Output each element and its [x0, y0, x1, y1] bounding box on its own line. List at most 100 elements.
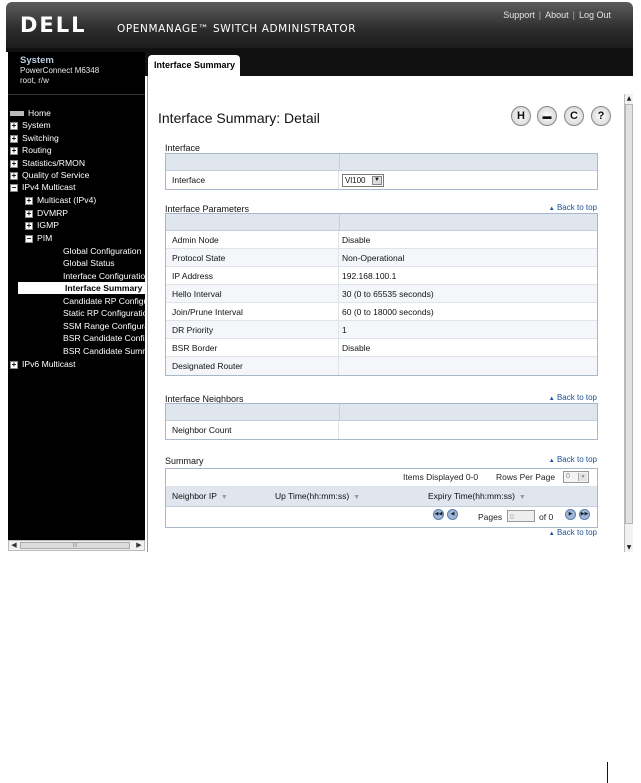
collapse-icon[interactable]: − [10, 183, 18, 192]
nav-item-static-rp-configuration[interactable]: Static RP Configuration [63, 307, 145, 319]
expand-icon[interactable]: + [25, 209, 33, 218]
expand-icon[interactable]: + [10, 159, 18, 168]
nav-item-quality-of-service[interactable]: + Quality of Service [10, 169, 89, 181]
nav-item-bsr-candidate-summary[interactable]: BSR Candidate Summary [63, 345, 145, 357]
param-value: Disable [342, 235, 371, 245]
system-info: System PowerConnect M6348 root, r/w [8, 52, 145, 94]
print-icon[interactable]: ▬ [537, 106, 557, 126]
nav-item-statistics-rmon[interactable]: + Statistics/RMON [10, 157, 85, 169]
nav-item-label: Quality of Service [22, 170, 90, 180]
nav-item-label: BSR Candidate Summary [63, 346, 145, 356]
nav-item-multicast-ipv4[interactable]: + Multicast (IPv4) [25, 194, 96, 206]
nav-item-candidate-rp-configuration[interactable]: Candidate RP Configuration [63, 295, 145, 307]
scroll-left-icon[interactable]: ◀ [9, 541, 19, 550]
first-page-icon[interactable]: ◀◀ [433, 509, 444, 520]
interface-table: Interface Vl100 ▼ [165, 153, 598, 190]
param-value: 192.168.100.1 [342, 271, 397, 281]
col-neighbor-ip[interactable]: Neighbor IP ▼ [172, 491, 228, 501]
system-title[interactable]: System [20, 56, 145, 66]
page-margin-rule [607, 762, 608, 783]
prev-page-icon[interactable]: ◀ [447, 509, 458, 520]
back-to-top-link[interactable]: ▲ Back to top [549, 393, 597, 402]
param-value: Disable [342, 343, 371, 353]
tab-interface-summary[interactable]: Interface Summary [148, 55, 240, 76]
scroll-down-icon[interactable]: ▼ [625, 543, 633, 552]
expand-icon[interactable]: + [10, 134, 18, 143]
summary-table: Items Displayed 0-0 Rows Per Page 0 ▼ Nei… [165, 468, 598, 528]
app-window: DELL OPENMANAGE™ SWITCH ADMINISTRATOR Su… [6, 0, 633, 553]
nav-item-interface-configuration[interactable]: Interface Configuration [63, 270, 145, 282]
top-links: Support | About | Log Out [503, 10, 611, 20]
expand-icon[interactable]: + [10, 146, 18, 155]
help-icon[interactable]: ? [591, 106, 611, 126]
param-label: BSR Border [172, 343, 218, 353]
back-to-top-link[interactable]: ▲ Back to top [549, 455, 597, 464]
nav-item-pim[interactable]: − PIM [25, 232, 52, 244]
nav-horizontal-scrollbar[interactable]: ◀ III ▶ [8, 540, 145, 551]
scroll-right-icon[interactable]: ▶ [134, 541, 144, 550]
interface-select[interactable]: Vl100 ▼ [342, 174, 384, 187]
expand-icon[interactable]: + [10, 360, 18, 369]
expand-icon[interactable]: + [25, 196, 33, 205]
nav-item-ipv6-multicast[interactable]: + IPv6 Multicast [10, 358, 76, 370]
nav-item-dvmrp[interactable]: + DVMRP [25, 207, 68, 219]
nav-item-ipv4-multicast[interactable]: − IPv4 Multicast [10, 181, 76, 193]
nav-item-interface-summary[interactable]: Interface Summary [18, 282, 145, 294]
nav-item-label: Interface Summary [65, 283, 143, 293]
nav-item-label: Multicast (IPv4) [37, 195, 97, 205]
back-to-top-link[interactable]: ▲ Back to top [549, 528, 597, 537]
nav-item-routing[interactable]: + Routing [10, 144, 52, 156]
about-link[interactable]: About [545, 10, 569, 20]
nav-item-ssm-range-configuration[interactable]: SSM Range Configuration [63, 320, 145, 332]
col-expiry-time[interactable]: Expiry Time(hh:mm:ss) ▼ [428, 491, 526, 501]
rows-per-page-select[interactable]: 0 ▼ [563, 471, 589, 483]
param-value: 1 [342, 325, 347, 335]
nav-item-global-status[interactable]: Global Status [63, 257, 115, 269]
expand-icon[interactable]: + [25, 221, 33, 230]
nav-item-label: Switching [22, 133, 59, 143]
nav-item-system[interactable]: + System [10, 119, 51, 131]
scroll-thumb[interactable]: III [20, 542, 130, 549]
expand-icon[interactable]: + [10, 171, 18, 180]
page-input[interactable]: 0 [507, 510, 535, 522]
items-displayed: Items Displayed 0-0 [403, 472, 479, 482]
refresh-icon[interactable]: C [564, 106, 584, 126]
param-label: IP Address [172, 271, 213, 281]
scroll-grip: III [72, 543, 78, 549]
chevron-down-icon[interactable]: ▼ [372, 176, 382, 185]
nav-item-label: Home [28, 108, 51, 118]
chevron-down-icon[interactable]: ▼ [578, 473, 587, 481]
summary-column-headers: Neighbor IP ▼ Up Time(hh:mm:ss) ▼ Expiry T… [166, 487, 597, 507]
scroll-up-icon[interactable]: ▲ [625, 94, 633, 103]
save-icon[interactable]: H [511, 106, 531, 126]
last-page-icon[interactable]: ▶▶ [579, 509, 590, 520]
summary-toolbar: Items Displayed 0-0 Rows Per Page 0 ▼ [166, 469, 597, 487]
back-to-top-link[interactable]: ▲ Back to top [549, 203, 597, 212]
up-triangle-icon: ▲ [548, 458, 555, 464]
pager: ◀◀ ◀ Pages 0 of 0 ▶ ▶▶ [166, 507, 597, 527]
support-link[interactable]: Support [503, 10, 535, 20]
up-triangle-icon: ▲ [548, 206, 555, 212]
nav-item-label: System [22, 120, 51, 130]
content-vertical-scrollbar[interactable]: ▲ ▼ [624, 94, 633, 552]
interface-select-value: Vl100 [345, 176, 366, 185]
nav-item-label: Static RP Configuration [63, 308, 145, 318]
logout-link[interactable]: Log Out [579, 10, 611, 20]
collapse-icon[interactable]: − [25, 234, 33, 243]
expand-icon[interactable]: + [10, 121, 18, 130]
nav-item-bsr-candidate-configuration[interactable]: BSR Candidate Configuration [63, 332, 145, 344]
nav-item-global-configuration[interactable]: Global Configuration [63, 245, 141, 257]
col-up-time[interactable]: Up Time(hh:mm:ss) ▼ [275, 491, 360, 501]
neighbors-table-header [166, 404, 597, 421]
param-value: 60 (0 to 18000 seconds) [342, 307, 434, 317]
nav-item-igmp[interactable]: + IGMP [25, 219, 59, 231]
nav-item-label: SSM Range Configuration [63, 321, 145, 331]
rows-per-page-label: Rows Per Page [496, 472, 556, 482]
of-pages: of 0 [539, 512, 554, 522]
next-page-icon[interactable]: ▶ [565, 509, 576, 520]
param-label: DR Priority [172, 325, 214, 335]
table-row: Join/Prune Interval 60 (0 to 18000 second… [166, 303, 597, 321]
nav-item-home[interactable]: Home [10, 107, 51, 119]
nav-item-switching[interactable]: + Switching [10, 132, 59, 144]
scroll-thumb[interactable] [625, 104, 633, 524]
